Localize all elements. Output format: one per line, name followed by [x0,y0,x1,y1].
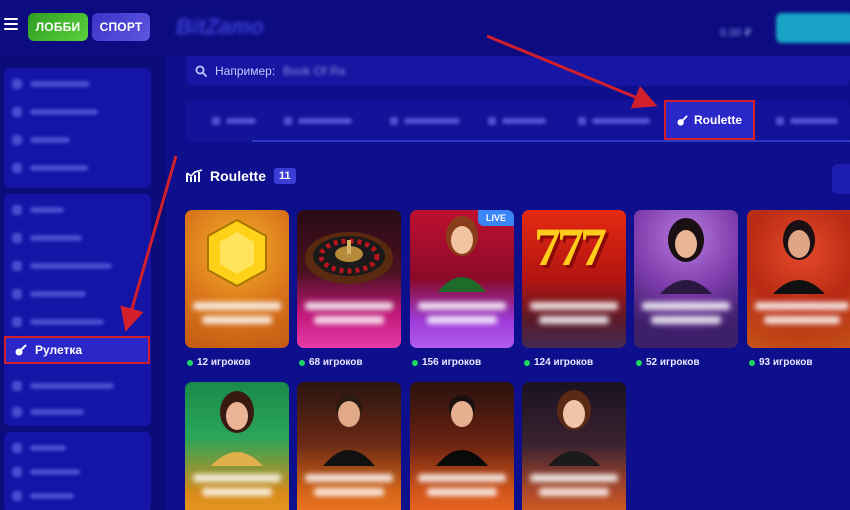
sidebar [0,56,166,510]
game-title-blurred [193,468,281,502]
top-bar: ЛОББИ СПОРТ BitZamo 0.00 ₽ [0,0,850,56]
sidebar-item[interactable] [12,106,98,118]
game-card[interactable] [185,382,289,510]
lobby-button[interactable]: ЛОББИ [28,13,88,41]
game-title-blurred [642,296,730,330]
section-title: Roulette [210,168,266,184]
game-title-blurred [305,468,393,502]
sidebar-item[interactable] [12,260,112,272]
site-logo[interactable]: BitZamo [176,14,264,40]
online-dot [299,359,305,366]
players-count: 93 игроков [749,357,813,368]
sidebar-item[interactable] [12,78,90,90]
game-card[interactable]: 777 [522,210,626,348]
gem-icon [207,218,267,288]
sidebar-group-main [4,68,151,188]
game-title-blurred [755,296,849,330]
dealer-portrait [211,391,263,466]
game-card[interactable] [634,210,738,348]
dealer-portrait [323,395,375,466]
online-dot [524,359,530,366]
chart-trend-icon [186,169,203,182]
sidebar-group-games [4,194,151,426]
online-dot [412,359,418,366]
sidebar-item-label: Рулетка [35,343,83,357]
sidebar-item[interactable] [12,406,84,418]
tab[interactable] [578,116,650,126]
players-count: 68 игроков [299,357,363,368]
sidebar-item[interactable] [12,232,82,244]
sport-button[interactable]: СПОРТ [92,13,150,41]
online-dot [749,359,755,366]
section-header: Roulette 11 [186,168,296,184]
sidebar-item[interactable] [12,134,70,146]
online-dot [187,359,193,366]
game-title-blurred [418,468,506,502]
game-title-blurred [193,296,281,330]
tab[interactable] [488,116,546,126]
tab-label: Roulette [694,113,742,127]
balance-display: 0.00 ₽ [720,27,752,39]
players-count: 52 игроков [636,357,700,368]
game-card[interactable]: LIVE [410,210,514,348]
tab[interactable] [212,116,256,126]
sidebar-item[interactable] [12,380,114,392]
game-title-blurred [530,468,618,502]
dealer-portrait [773,220,825,294]
live-badge: LIVE [477,210,514,226]
section-count-badge: 11 [274,168,296,184]
sidebar-item[interactable] [12,162,88,174]
tab[interactable] [390,116,460,126]
tab[interactable] [284,116,352,126]
game-card[interactable] [297,210,401,348]
sidebar-item[interactable] [12,466,80,478]
tab[interactable] [776,116,838,126]
tab-roulette[interactable]: Roulette [664,100,755,140]
sidebar-item[interactable] [12,316,104,328]
sidebar-group-extra [4,432,151,510]
sevens-logo: 777 [534,217,607,277]
game-title-blurred [418,296,506,330]
roulette-wheel-icon [305,232,393,284]
dealer-portrait [436,395,488,466]
players-count: 156 игроков [412,357,481,368]
sidebar-item[interactable] [12,204,64,216]
game-title-blurred [530,296,618,330]
dealer-portrait [548,390,600,466]
roulette-icon [677,114,688,126]
game-card[interactable] [747,210,850,348]
search-input[interactable]: Например: Book Of Ra [186,56,850,86]
tabs-underline [252,140,850,142]
game-card[interactable] [522,382,626,510]
sidebar-item[interactable] [12,288,86,300]
sidebar-item-roulette[interactable]: Рулетка [4,336,150,364]
players-count: 12 игроков [187,357,251,368]
view-toggle-button[interactable] [832,164,850,194]
menu-icon[interactable] [4,18,18,32]
roulette-icon [15,344,27,356]
online-dot [636,359,642,366]
search-icon [195,65,207,77]
sidebar-item[interactable] [12,490,74,502]
search-placeholder: Например: [215,64,276,78]
players-count: 124 игроков [524,357,593,368]
game-card[interactable] [185,210,289,348]
dealer-portrait [660,218,712,294]
game-card[interactable] [297,382,401,510]
game-title-blurred [305,296,393,330]
sidebar-item[interactable] [12,442,66,454]
deposit-button[interactable] [776,13,850,43]
search-example: Book Of Ra [283,64,346,78]
game-card[interactable] [410,382,514,510]
